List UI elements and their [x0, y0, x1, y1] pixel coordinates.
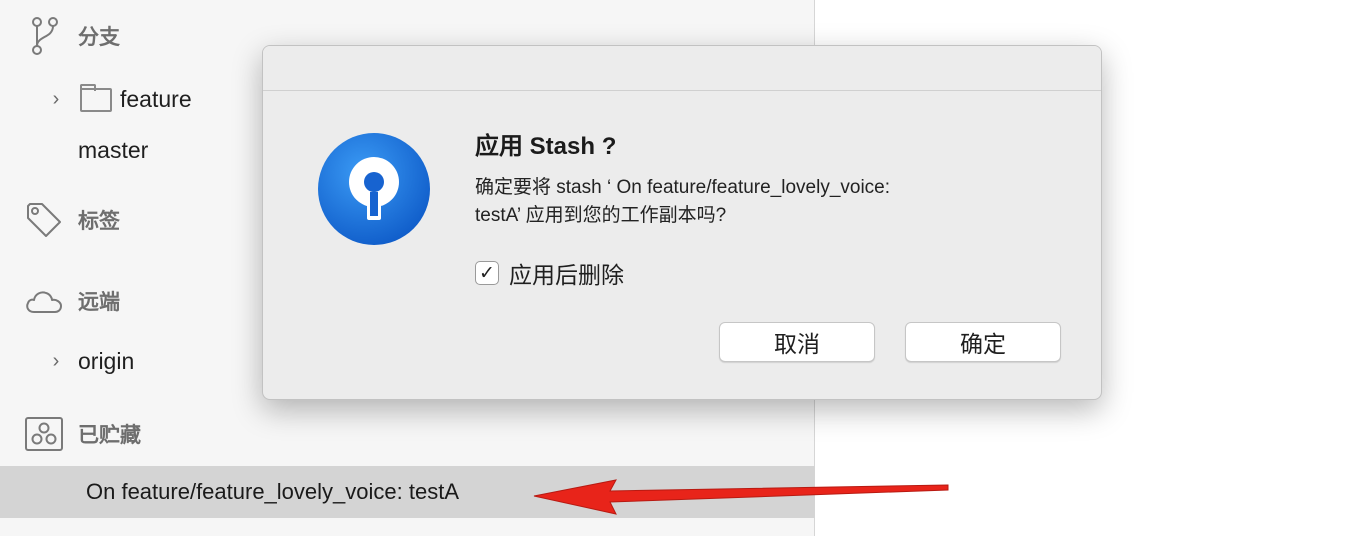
chevron-right-icon[interactable]: ›: [44, 88, 68, 111]
apply-stash-dialog: 应用 Stash ? 确定要将 stash ‘ On feature/featu…: [262, 45, 1102, 400]
dialog-message-line1: 确定要将 stash ‘ On feature/feature_lovely_v…: [475, 177, 891, 198]
section-branches[interactable]: 分支: [24, 16, 120, 56]
section-remotes-label: 远端: [78, 291, 120, 314]
dialog-message: 确定要将 stash ‘ On feature/feature_lovely_v…: [475, 174, 1035, 230]
section-remotes[interactable]: 远端: [24, 281, 120, 321]
branch-master[interactable]: master: [78, 137, 148, 164]
section-stashes[interactable]: 已贮藏: [24, 414, 141, 454]
section-branches-label: 分支: [78, 26, 120, 49]
cancel-button[interactable]: 取消: [719, 322, 875, 362]
delete-after-apply-option[interactable]: ✓ 应用后删除: [475, 256, 624, 290]
branch-folder-feature[interactable]: › feature: [44, 83, 192, 113]
branch-icon: [24, 16, 64, 56]
sourcetree-app-icon: [317, 132, 431, 246]
remote-origin-label: origin: [78, 348, 135, 374]
tag-icon: [24, 200, 64, 240]
section-stashes-label: 已贮藏: [78, 424, 141, 447]
delete-after-apply-label: 应用后删除: [509, 262, 624, 288]
stash-item-label: On feature/feature_lovely_voice: testA: [86, 479, 459, 504]
dialog-titlebar[interactable]: [263, 46, 1101, 91]
dialog-title: 应用 Stash ?: [475, 133, 617, 160]
ok-button[interactable]: 确定: [905, 322, 1061, 362]
branch-folder-label: feature: [120, 86, 192, 112]
section-tags-label: 标签: [78, 210, 120, 233]
cloud-icon: [24, 281, 64, 321]
dialog-message-line2: testA’ 应用到您的工作副本吗?: [475, 205, 727, 226]
remote-origin[interactable]: › origin: [44, 348, 135, 375]
branch-master-label: master: [78, 137, 149, 163]
chevron-right-icon[interactable]: ›: [44, 350, 68, 373]
stash-icon: [24, 414, 64, 454]
folder-icon: [80, 83, 112, 112]
delete-after-apply-checkbox[interactable]: ✓: [475, 261, 499, 285]
annotation-arrow: [533, 479, 949, 515]
section-tags[interactable]: 标签: [24, 200, 120, 240]
